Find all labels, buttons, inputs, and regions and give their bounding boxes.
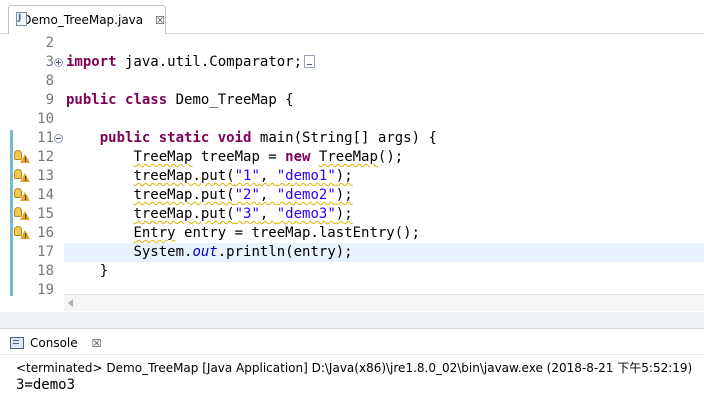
code-line: 8 [0, 72, 704, 91]
code-text[interactable]: Entry entry = treeMap.lastEntry(); [66, 224, 420, 243]
code-line: 2 [0, 34, 704, 53]
code-text[interactable]: treeMap.put("3", "demo3"); [66, 205, 352, 224]
line-number: 10 [37, 111, 54, 127]
line-number: 3 [45, 54, 54, 70]
line-number: 11 [37, 130, 54, 146]
editor-tab-label: Demo_TreeMap.java [22, 13, 144, 27]
expand-fold-icon[interactable] [54, 58, 63, 67]
line-number: 8 [45, 73, 54, 89]
collapsed-imports-icon[interactable] [304, 55, 316, 68]
line-number: 13 [37, 168, 54, 184]
horizontal-scrollbar[interactable] [64, 294, 704, 311]
code-line-current: 17 System.out.println(entry); [0, 243, 704, 262]
code-text[interactable]: import java.util.Comparator; [66, 53, 316, 72]
code-line: 9 public class Demo_TreeMap { [0, 91, 704, 110]
code-editor[interactable]: 2 3 import java.util.Comparator; 8 9 pub… [0, 34, 704, 312]
line-number: 18 [37, 263, 54, 279]
code-line: ! 14 treeMap.put("2", "demo2"); [0, 186, 704, 205]
close-icon[interactable]: ☒ [155, 14, 165, 27]
line-number: 19 [37, 282, 54, 298]
scroll-left-icon[interactable] [68, 299, 73, 307]
code-text[interactable]: treeMap.put("1", "demo1"); [66, 167, 352, 186]
code-line: 11 public static void main(String[] args… [0, 129, 704, 148]
line-number: 2 [45, 35, 54, 51]
code-line: 3 import java.util.Comparator; [0, 53, 704, 72]
code-line: 10 [0, 110, 704, 129]
code-line: ! 13 treeMap.put("1", "demo1"); [0, 167, 704, 186]
collapse-fold-icon[interactable] [54, 134, 63, 143]
line-number: 17 [37, 244, 54, 260]
console-tab[interactable]: Console ☒ [10, 332, 102, 354]
editor-tab-demo-treemap[interactable]: J Demo_TreeMap.java ☒ [8, 5, 166, 34]
console-view: Console ☒ <terminated> Demo_TreeMap [Jav… [0, 328, 704, 412]
code-text[interactable]: treeMap.put("2", "demo2"); [66, 186, 352, 205]
code-text[interactable]: TreeMap treeMap = new TreeMap(); [66, 148, 403, 167]
editor-tab-bar: J Demo_TreeMap.java ☒ [0, 0, 704, 34]
line-number: 9 [45, 92, 54, 108]
code-line: ! 12 TreeMap treeMap = new TreeMap(); [0, 148, 704, 167]
view-separator[interactable] [0, 312, 704, 328]
code-line: ! 15 treeMap.put("3", "demo3"); [0, 205, 704, 224]
console-output[interactable]: 3=demo3 [16, 377, 75, 393]
code-line: ! 16 Entry entry = treeMap.lastEntry(); [0, 224, 704, 243]
line-number: 14 [37, 187, 54, 203]
close-icon[interactable]: ☒ [92, 337, 102, 350]
line-number: 12 [37, 149, 54, 165]
console-icon [10, 337, 24, 349]
console-status-text: <terminated> Demo_TreeMap [Java Applicat… [16, 361, 693, 375]
code-text[interactable]: System.out.println(entry); [66, 243, 352, 262]
line-number: 16 [37, 225, 54, 241]
console-tab-label: Console [30, 336, 78, 350]
code-text[interactable]: public class Demo_TreeMap { [66, 91, 294, 110]
java-file-icon: J [15, 12, 27, 28]
code-line: 18 } [0, 262, 704, 281]
line-number: 15 [37, 206, 54, 222]
code-text[interactable]: } [66, 262, 108, 281]
console-tab-bar: Console ☒ [0, 329, 704, 355]
code-text[interactable]: public static void main(String[] args) { [66, 129, 437, 148]
